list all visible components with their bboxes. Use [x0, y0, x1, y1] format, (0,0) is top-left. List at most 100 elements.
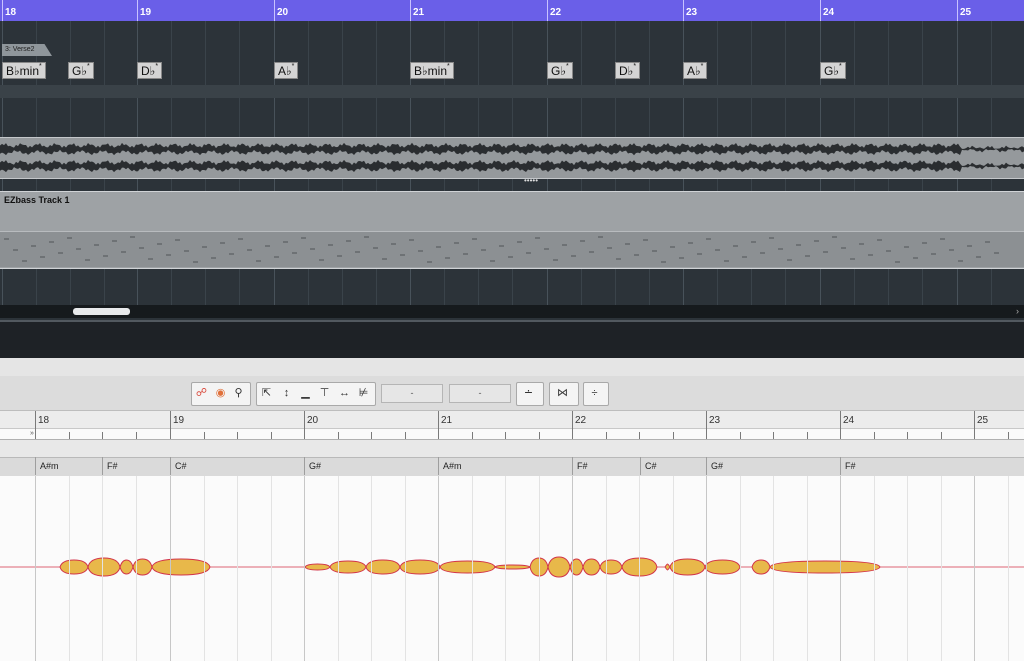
window-divider[interactable]: [0, 320, 1024, 358]
pitch-segment[interactable]: [304, 563, 331, 571]
midi-note: [562, 244, 567, 246]
chord-sup: *: [291, 63, 295, 70]
pitch-segment[interactable]: [329, 560, 367, 574]
snap-icon[interactable]: ∸: [520, 385, 537, 401]
editor-chord-label[interactable]: G#: [309, 461, 321, 471]
midi-note-area[interactable]: [0, 231, 1024, 267]
pitch-segment[interactable]: [494, 564, 531, 570]
editor-bar-number: 24: [843, 415, 855, 426]
midi-note: [328, 244, 333, 246]
editor-bar-line: [170, 476, 171, 661]
pitch-segment[interactable]: [582, 558, 601, 576]
editor-chord-separator: [170, 457, 171, 475]
section-marker[interactable]: 3: Verse2: [2, 44, 52, 56]
pitch-segment[interactable]: [769, 560, 881, 574]
editor-beat-tick: [806, 432, 808, 439]
editor-chord-row: [0, 457, 1024, 477]
scroll-right-icon[interactable]: ›: [1016, 306, 1019, 316]
midi-note: [283, 241, 288, 243]
midi-note: [301, 237, 306, 239]
editor-beat-tick: [471, 432, 473, 439]
editor-beat-tick: [773, 432, 774, 439]
pitch-segment[interactable]: [399, 559, 441, 575]
pitch-segment[interactable]: [439, 560, 496, 574]
ruler-bar-number: 20: [277, 7, 289, 18]
editor-chord-label[interactable]: F#: [107, 461, 118, 471]
editor-chord-label[interactable]: A#m: [443, 461, 462, 471]
editor-beat-line: [739, 476, 741, 661]
editor-ruler-bars[interactable]: [0, 411, 1024, 429]
chord-sup: *: [633, 63, 637, 70]
chord-event[interactable]: A♭*: [274, 62, 299, 79]
timeline-ruler[interactable]: 18 19 20 21 22 23 24 25: [0, 0, 1024, 21]
ruler-bar-tick: [410, 0, 411, 21]
editor-chord-label[interactable]: G#: [711, 461, 723, 471]
split-icon[interactable]: ⊭: [355, 385, 372, 401]
editor-chord-label[interactable]: C#: [175, 461, 187, 471]
chord-sup: *: [447, 63, 450, 70]
chord-event[interactable]: G♭*: [547, 62, 573, 79]
stretch-icon[interactable]: ↔: [336, 385, 353, 401]
pitch-segment[interactable]: [704, 559, 741, 575]
pitch-move-icon[interactable]: ↕: [278, 385, 295, 401]
editor-beat-line: [940, 476, 942, 661]
chord-event[interactable]: G♭*: [68, 62, 94, 79]
editor-chord-label[interactable]: F#: [577, 461, 588, 471]
midi-note: [436, 246, 441, 248]
value-field-right[interactable]: -: [449, 384, 511, 403]
chord-sup: *: [839, 63, 842, 70]
chord-root: G♭: [824, 64, 839, 78]
fit-icon[interactable]: ⋈: [554, 385, 571, 401]
midi-note: [310, 248, 315, 250]
midi-note: [904, 246, 909, 248]
pitch-segment[interactable]: [599, 559, 623, 575]
pitch-segment[interactable]: [547, 556, 571, 578]
editor-beat-tick: [371, 432, 372, 439]
chord-event[interactable]: D♭*: [137, 62, 163, 79]
chord-event[interactable]: A♭*: [683, 62, 708, 79]
pitch-canvas[interactable]: [0, 476, 1024, 661]
midi-note: [337, 255, 342, 257]
chord-event[interactable]: D♭*: [615, 62, 641, 79]
track-resize-handle[interactable]: •••••: [524, 177, 544, 185]
tempo-icon[interactable]: ⊤: [316, 385, 333, 401]
pitch-segment[interactable]: [664, 563, 671, 571]
value-field-left[interactable]: -: [381, 384, 443, 403]
midi-note: [148, 258, 153, 260]
pitch-segment[interactable]: [669, 558, 706, 576]
editor-chord-label[interactable]: C#: [645, 461, 657, 471]
editor-bar-tick: [35, 411, 36, 439]
pointer-icon[interactable]: ⇱: [258, 385, 275, 401]
pitch-segments[interactable]: [0, 476, 1024, 661]
eraser-icon[interactable]: ◉: [212, 385, 229, 401]
pitch-segment[interactable]: [119, 559, 134, 575]
midi-note: [994, 252, 999, 254]
horizontal-scrollbar[interactable]: [0, 305, 1024, 318]
pitch-segment[interactable]: [87, 557, 121, 577]
editor-beat-line: [102, 476, 103, 661]
midi-note: [688, 242, 693, 244]
editor-beat-line: [639, 476, 640, 661]
editor-chord-label[interactable]: A#m: [40, 461, 59, 471]
midi-note: [922, 242, 927, 244]
chord-event[interactable]: B♭min*: [410, 62, 454, 79]
midi-note: [238, 238, 243, 240]
editor-beat-tick: [639, 432, 640, 439]
midi-note: [103, 255, 108, 257]
wrench-icon[interactable]: ⚲: [230, 385, 247, 401]
align-icon[interactable]: ÷: [586, 385, 603, 401]
quantize-icon[interactable]: ▁: [297, 385, 314, 401]
editor-bar-number: 23: [709, 415, 721, 426]
editor-bar-number: 21: [441, 415, 453, 426]
scrollbar-thumb[interactable]: [73, 308, 130, 315]
editor-chord-label[interactable]: F#: [845, 461, 856, 471]
midi-note: [670, 246, 675, 248]
pitch-segment[interactable]: [59, 559, 89, 575]
audio-track[interactable]: [0, 137, 1024, 179]
pitch-segment[interactable]: [751, 559, 771, 575]
link-icon[interactable]: ☍: [193, 385, 210, 401]
chord-event[interactable]: B♭min*: [2, 62, 46, 79]
chord-event[interactable]: G♭*: [820, 62, 846, 79]
chord-sup: *: [39, 63, 42, 70]
pitch-segment[interactable]: [151, 558, 211, 576]
